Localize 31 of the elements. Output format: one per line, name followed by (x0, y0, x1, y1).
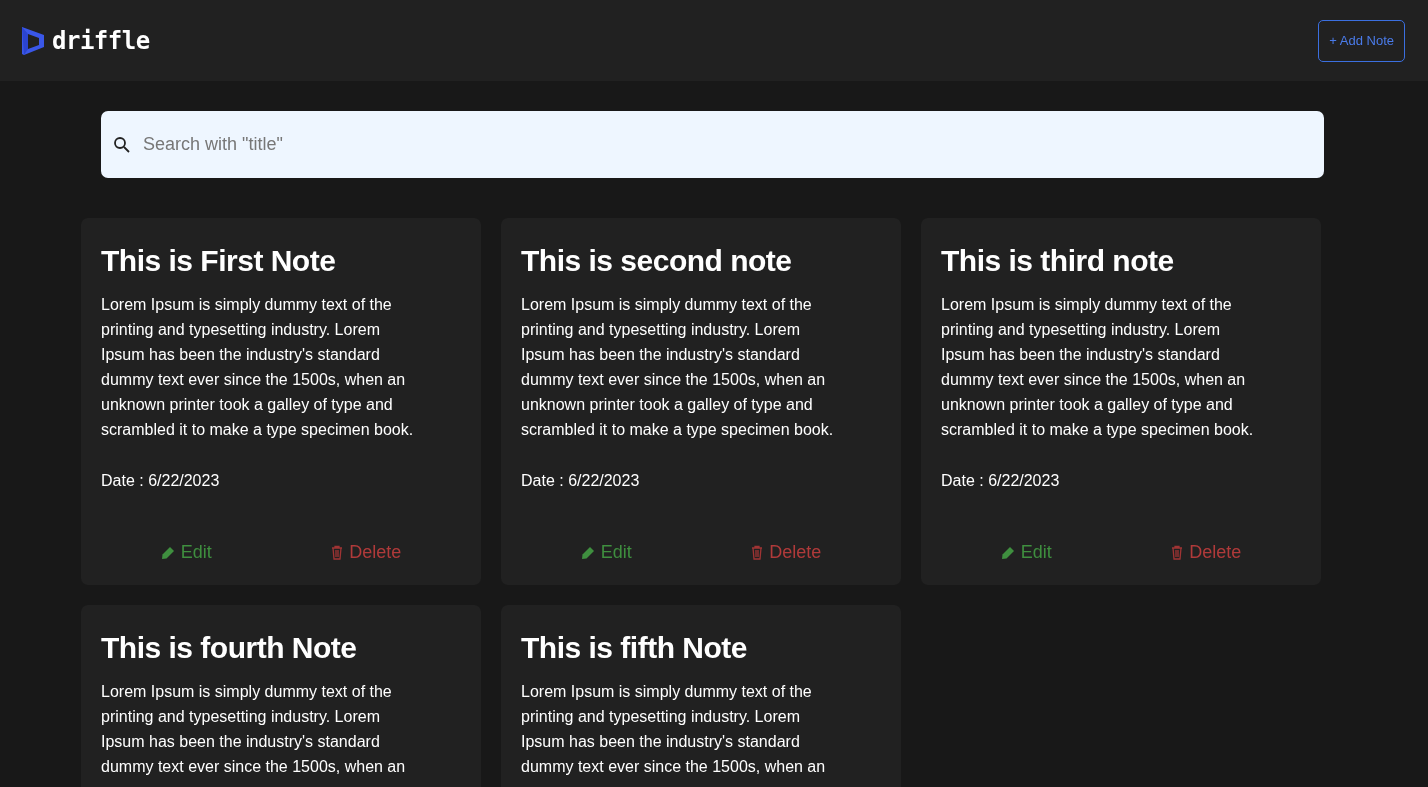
note-body: Lorem Ipsum is simply dummy text of the printing and typesetting industry. Lorem Ipsum has been the industry's standard dummy text ever since the 1500s, when an unknown printer took a galley of type and scrambled it to make a type specimen book. (521, 295, 835, 440)
search-bar[interactable]: Search with "title" (101, 111, 1324, 178)
note-body: Lorem Ipsum is simply dummy text of the printing and typesetting industry. Lorem Ipsum has been the industry's standard dummy text ever since the 1500s, when an (521, 682, 827, 777)
note-title: This is second note (521, 244, 793, 278)
note-title: This is third note (941, 244, 1175, 278)
edit-button[interactable]: Edit (152, 538, 220, 567)
logo-icon (20, 25, 46, 56)
delete-button[interactable]: Delete (323, 538, 410, 567)
pencil-icon (1000, 545, 1015, 560)
trash-icon (751, 545, 764, 560)
edit-button[interactable]: Edit (992, 538, 1060, 567)
note-body: Lorem Ipsum is simply dummy text of the printing and typesetting industry. Lorem Ipsum has been the industry's standard dummy text ever since the 1500s, when an unknown printer took a galley of type and scrambled it to make a type specimen book. (101, 295, 415, 440)
note-title: This is First Note (101, 244, 337, 278)
logo-text: driffle (52, 26, 150, 55)
trash-icon (1171, 545, 1184, 560)
note-date: Date : 6/22/2023 (941, 472, 1061, 490)
note-title: This is fourth Note (101, 631, 358, 665)
note-date: Date : 6/22/2023 (101, 472, 221, 490)
search-field[interactable]: Search with "title" (141, 133, 1312, 156)
note-title: This is fifth Note (521, 631, 748, 665)
pencil-icon (580, 545, 595, 560)
add-note-button[interactable]: + Add Note (1318, 19, 1405, 62)
note-date: Date : 6/22/2023 (521, 472, 641, 490)
edit-button[interactable]: Edit (572, 538, 640, 567)
note-body: Lorem Ipsum is simply dummy text of the printing and typesetting industry. Lorem Ipsum has been the industry's standard dummy text ever since the 1500s, when an unknown printer took a galley of type and scrambled it to make a type specimen book. (941, 295, 1255, 440)
note-body: Lorem Ipsum is simply dummy text of the printing and typesetting industry. Lorem Ipsum has been the industry's standard dummy text ever since the 1500s, when an (101, 682, 407, 777)
delete-button[interactable]: Delete (743, 538, 830, 567)
search-icon (113, 135, 131, 154)
pencil-icon (160, 545, 175, 560)
trash-icon (331, 545, 344, 560)
delete-button[interactable]: Delete (1163, 538, 1250, 567)
